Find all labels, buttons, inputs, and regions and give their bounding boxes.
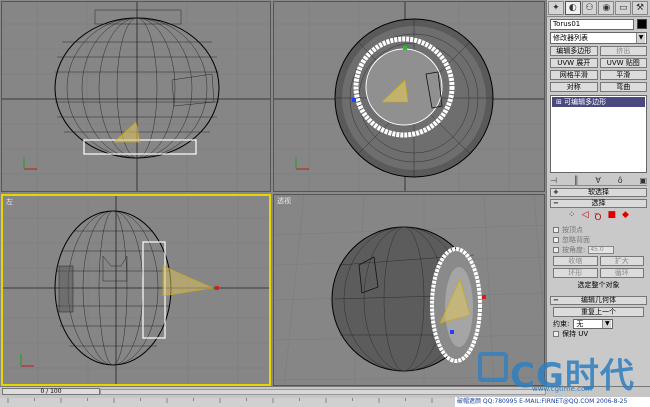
constraints-row: 约束: 无 ▼	[553, 318, 644, 329]
edit-geometry-title: 编辑几何体	[581, 296, 616, 304]
grow-button[interactable]: 扩大	[599, 256, 644, 266]
stack-item-editable-poly[interactable]: ⊞ 可编辑多边形	[552, 97, 645, 107]
checkbox-box	[553, 330, 559, 337]
edit-poly-button[interactable]: 编辑多边形	[550, 46, 598, 56]
modify-tab-icon[interactable]: ◐	[564, 1, 581, 15]
by-angle-label: 按角度:	[562, 245, 586, 254]
constraints-dropdown[interactable]: 无 ▼	[573, 318, 614, 329]
repeat-last-button[interactable]: 重复上一个	[553, 307, 644, 317]
pin-stack-icon[interactable]: ⊣	[550, 176, 557, 185]
vertex-icon[interactable]: ⁘	[568, 210, 576, 223]
shrink-grow-row: 收缩 扩大	[553, 256, 644, 266]
uvw-map-button[interactable]: UVW 贴图	[599, 58, 647, 68]
viewport-front[interactable]	[273, 1, 545, 192]
extrude-button[interactable]: 挤出	[599, 46, 647, 56]
plus-icon: ⊞	[556, 98, 565, 106]
checkbox-box	[553, 226, 559, 233]
selection-title: 选择	[591, 199, 606, 207]
smooth-button[interactable]: 平滑	[599, 70, 647, 80]
element-icon[interactable]: ◆	[622, 210, 629, 223]
chevron-down-icon: ▼	[602, 319, 612, 328]
ignore-backfacing-checkbox[interactable]: 忽略背面	[553, 235, 644, 244]
repeat-last-row: 重复上一个	[553, 307, 644, 317]
object-name-field[interactable]: Torus01	[550, 19, 634, 30]
selection-status: 选定整个对象	[577, 281, 620, 289]
modifier-list-label: 修改器列表	[553, 34, 588, 42]
loop-button[interactable]: 循环	[599, 268, 644, 278]
object-color-swatch[interactable]	[637, 19, 647, 29]
brand-watermark: CG时代 www.cgtime.com	[474, 348, 644, 398]
chevron-down-icon: ▼	[636, 33, 645, 43]
subobject-selector: ⁘ ◁ Ꝺ ■ ◆	[550, 210, 647, 223]
viewport-top[interactable]	[1, 1, 271, 192]
polygon-icon[interactable]: ■	[608, 210, 617, 223]
minus-icon: −	[553, 296, 559, 304]
make-unique-icon[interactable]: ∀	[595, 176, 600, 185]
by-vertex-checkbox[interactable]: 按顶点	[553, 225, 644, 234]
create-tab-icon[interactable]: ✦	[548, 1, 564, 15]
constraints-label: 约束:	[553, 319, 570, 328]
modifier-stack[interactable]: ⊞ 可编辑多边形	[550, 95, 647, 173]
command-panel: ✦ ◐ ⚇ ◉ ▭ ⚒ Torus01 修改器列表 ▼ 编辑多边形 挤出 UVW…	[546, 0, 650, 395]
brand-url: www.cgtime.com	[532, 385, 593, 393]
constraints-value: 无	[576, 319, 584, 328]
preserve-uvs-checkbox[interactable]: 保持 UV	[553, 329, 644, 338]
ring-loop-row: 环形 循环	[553, 268, 644, 278]
meshsmooth-button[interactable]: 网格平滑	[550, 70, 598, 80]
command-panel-tabs: ✦ ◐ ⚇ ◉ ▭ ⚒	[547, 0, 650, 17]
edge-icon[interactable]: ◁	[582, 210, 589, 223]
border-icon[interactable]: Ꝺ	[595, 210, 602, 223]
minus-icon: −	[553, 199, 559, 207]
utilities-tab-icon[interactable]: ⚒	[632, 1, 648, 15]
time-slider[interactable]: 0 / 100	[2, 388, 100, 395]
stack-toolbar: ⊣ ║ ∀ ô ▣	[550, 176, 647, 186]
ring-button[interactable]: 环形	[553, 268, 598, 278]
show-end-result-icon[interactable]: ║	[574, 176, 579, 185]
plus-icon: +	[553, 188, 559, 196]
soft-selection-title: 软选择	[588, 188, 609, 196]
brand-logo-icon	[478, 352, 508, 382]
ignore-backfacing-label: 忽略背面	[562, 235, 590, 244]
shrink-button[interactable]: 收缩	[553, 256, 598, 266]
modifier-buttons: 编辑多边形 挤出 UVW 展开 UVW 贴图 网格平滑 平滑 对称 弯曲	[550, 46, 647, 92]
modifier-list-dropdown[interactable]: 修改器列表 ▼	[550, 32, 647, 44]
symmetry-button[interactable]: 对称	[550, 82, 598, 92]
bend-button[interactable]: 弯曲	[599, 82, 647, 92]
viewport-top-canvas	[2, 2, 270, 191]
stack-item-label: 可编辑多边形	[564, 98, 607, 106]
footer-credit: 破帽遮颜 QQ:780995 E-MAIL:FIRNET@QQ.COM 2006…	[455, 397, 650, 407]
motion-tab-icon[interactable]: ◉	[598, 1, 615, 15]
edit-geometry-rollout[interactable]: − 编辑几何体	[550, 296, 647, 305]
viewport-front-canvas	[274, 2, 544, 191]
checkbox-box	[553, 236, 559, 243]
remove-modifier-icon[interactable]: ô	[618, 176, 623, 185]
display-tab-icon[interactable]: ▭	[615, 1, 632, 15]
selection-rollout[interactable]: − 选择	[550, 199, 647, 208]
by-vertex-label: 按顶点	[562, 225, 583, 234]
checkbox-box	[553, 246, 559, 253]
by-angle-checkbox[interactable]: 按角度: 45.0	[553, 245, 644, 254]
viewport-left-label: 左	[6, 198, 13, 206]
configure-sets-icon[interactable]: ▣	[639, 176, 647, 185]
soft-selection-rollout[interactable]: + 软选择	[550, 188, 647, 197]
viewport-left[interactable]: 左	[1, 194, 271, 386]
viewport-left-canvas	[3, 196, 269, 384]
uvw-unwrap-button[interactable]: UVW 展开	[550, 58, 598, 68]
hierarchy-tab-icon[interactable]: ⚇	[581, 1, 598, 15]
preserve-uvs-label: 保持 UV	[562, 329, 589, 338]
angle-spinner[interactable]: 45.0	[588, 245, 615, 254]
viewport-perspective-label: 透视	[277, 197, 291, 205]
